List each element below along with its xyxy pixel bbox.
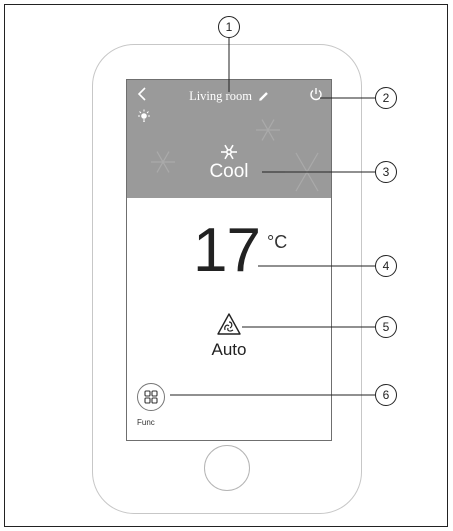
callout-5: 5: [375, 316, 397, 338]
callout-2: 2: [375, 87, 397, 109]
callout-4: 4: [375, 255, 397, 277]
callout-6: 6: [375, 384, 397, 406]
callout-1: 1: [218, 16, 240, 38]
callout-3: 3: [375, 161, 397, 183]
